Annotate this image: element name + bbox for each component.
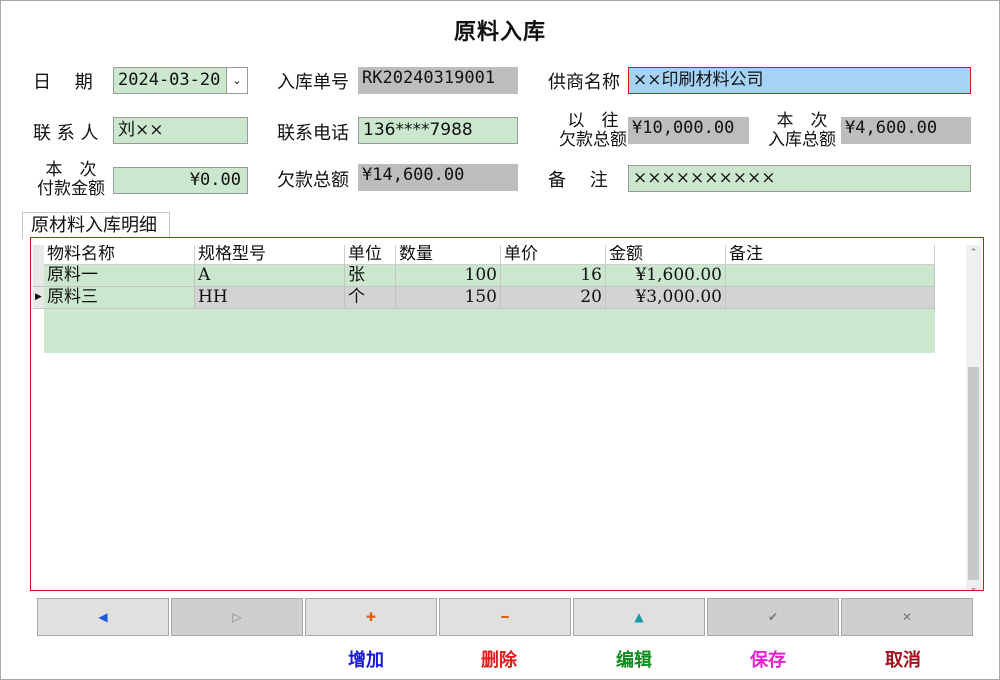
- tab-material-details[interactable]: 原材料入库明细: [22, 212, 170, 239]
- minus-icon: ━: [501, 610, 509, 624]
- table-cell-spec[interactable]: HH: [195, 287, 345, 309]
- check-icon: ✔: [767, 610, 779, 624]
- scrollbar-thumb[interactable]: [968, 367, 979, 580]
- this-payment-label: 本 次 付款金额: [31, 161, 111, 199]
- table-cell-name[interactable]: 原料一: [44, 265, 195, 287]
- scroll-up-icon[interactable]: ⌃: [966, 246, 981, 260]
- current-row-indicator-icon[interactable]: ▶: [33, 287, 44, 309]
- prev-debt-label-line2: 欠款总额: [559, 130, 627, 150]
- total-debt-label: 欠款总额: [277, 170, 349, 191]
- date-label: 日 期: [33, 72, 93, 93]
- phone-field[interactable]: 136****7988: [358, 117, 518, 144]
- col-header-amount[interactable]: 金额: [606, 245, 726, 265]
- cancel-button[interactable]: 取消: [853, 646, 953, 672]
- nav-delete-button[interactable]: ━: [439, 598, 571, 636]
- this-receipt-label-line1: 本 次: [776, 111, 828, 131]
- col-header-unit[interactable]: 单位: [345, 245, 396, 265]
- next-arrow-icon: ▷: [232, 610, 242, 624]
- nav-add-button[interactable]: ✚: [305, 598, 437, 636]
- table-cell-remark[interactable]: [726, 287, 935, 309]
- supplier-label: 供商名称: [548, 72, 620, 93]
- save-button[interactable]: 保存: [718, 646, 818, 672]
- remark-label: 备 注: [548, 170, 608, 191]
- table-cell-spec[interactable]: A: [195, 265, 345, 287]
- date-dropdown-icon[interactable]: ⌄: [226, 67, 248, 94]
- prev-arrow-icon: ◀: [98, 610, 108, 624]
- col-header-price[interactable]: 单价: [501, 245, 606, 265]
- edit-button[interactable]: 编辑: [584, 646, 684, 672]
- remark-field[interactable]: ××××××××××: [628, 165, 971, 192]
- table-cell-unit[interactable]: 张: [345, 265, 396, 287]
- next-record-button[interactable]: ▷: [171, 598, 303, 636]
- table-cell-qty[interactable]: 150: [396, 287, 501, 309]
- col-header-name[interactable]: 物料名称: [44, 245, 195, 265]
- table-cell-amount[interactable]: ¥1,600.00: [606, 265, 726, 287]
- this-payment-field[interactable]: ¥0.00: [113, 167, 248, 194]
- contact-field[interactable]: 刘××: [113, 117, 248, 144]
- supplier-field[interactable]: ××印刷材料公司: [628, 67, 971, 94]
- this-receipt-field: ¥4,600.00: [841, 117, 971, 144]
- this-receipt-label-line2: 入库总额: [768, 130, 836, 150]
- nav-edit-button[interactable]: ▲: [573, 598, 705, 636]
- contact-label: 联 系 人: [33, 123, 99, 144]
- this-receipt-label: 本 次 入库总额: [763, 112, 841, 150]
- table-cell-price[interactable]: 20: [501, 287, 606, 309]
- table-cell-name[interactable]: 原料三: [44, 287, 195, 309]
- this-payment-label-line1: 本 次: [45, 160, 97, 180]
- grid-corner-header: [33, 245, 44, 265]
- prev-debt-field: ¥10,000.00: [628, 117, 749, 144]
- page-title: 原料入库: [453, 19, 546, 45]
- plus-icon: ✚: [365, 610, 377, 624]
- prev-record-button[interactable]: ◀: [37, 598, 169, 636]
- col-header-qty[interactable]: 数量: [396, 245, 501, 265]
- table-cell-qty[interactable]: 100: [396, 265, 501, 287]
- add-button[interactable]: 增加: [316, 646, 416, 672]
- row-header[interactable]: [33, 265, 44, 287]
- phone-label: 联系电话: [277, 123, 349, 144]
- date-field[interactable]: 2024-03-20: [113, 67, 227, 94]
- table-cell-unit[interactable]: 个: [345, 287, 396, 309]
- triangle-up-icon: ▲: [634, 610, 644, 624]
- table-cell-amount[interactable]: ¥3,000.00: [606, 287, 726, 309]
- this-payment-label-line2: 付款金额: [37, 179, 105, 199]
- scroll-down-icon[interactable]: ⌄: [966, 581, 981, 595]
- col-header-spec[interactable]: 规格型号: [195, 245, 345, 265]
- prev-debt-label: 以 往 欠款总额: [558, 112, 628, 150]
- nav-post-button[interactable]: ✔: [707, 598, 839, 636]
- total-debt-field: ¥14,600.00: [358, 164, 518, 191]
- col-header-remark[interactable]: 备注: [726, 245, 935, 265]
- x-icon: ✕: [901, 610, 913, 624]
- nav-cancel-button[interactable]: ✕: [841, 598, 973, 636]
- table-cell-remark[interactable]: [726, 265, 935, 287]
- receipt-no-label: 入库单号: [277, 72, 349, 93]
- prev-debt-label-line1: 以 往: [567, 111, 619, 131]
- delete-button[interactable]: 删除: [449, 646, 549, 672]
- receipt-no-field: RK20240319001: [358, 67, 518, 94]
- table-cell-price[interactable]: 16: [501, 265, 606, 287]
